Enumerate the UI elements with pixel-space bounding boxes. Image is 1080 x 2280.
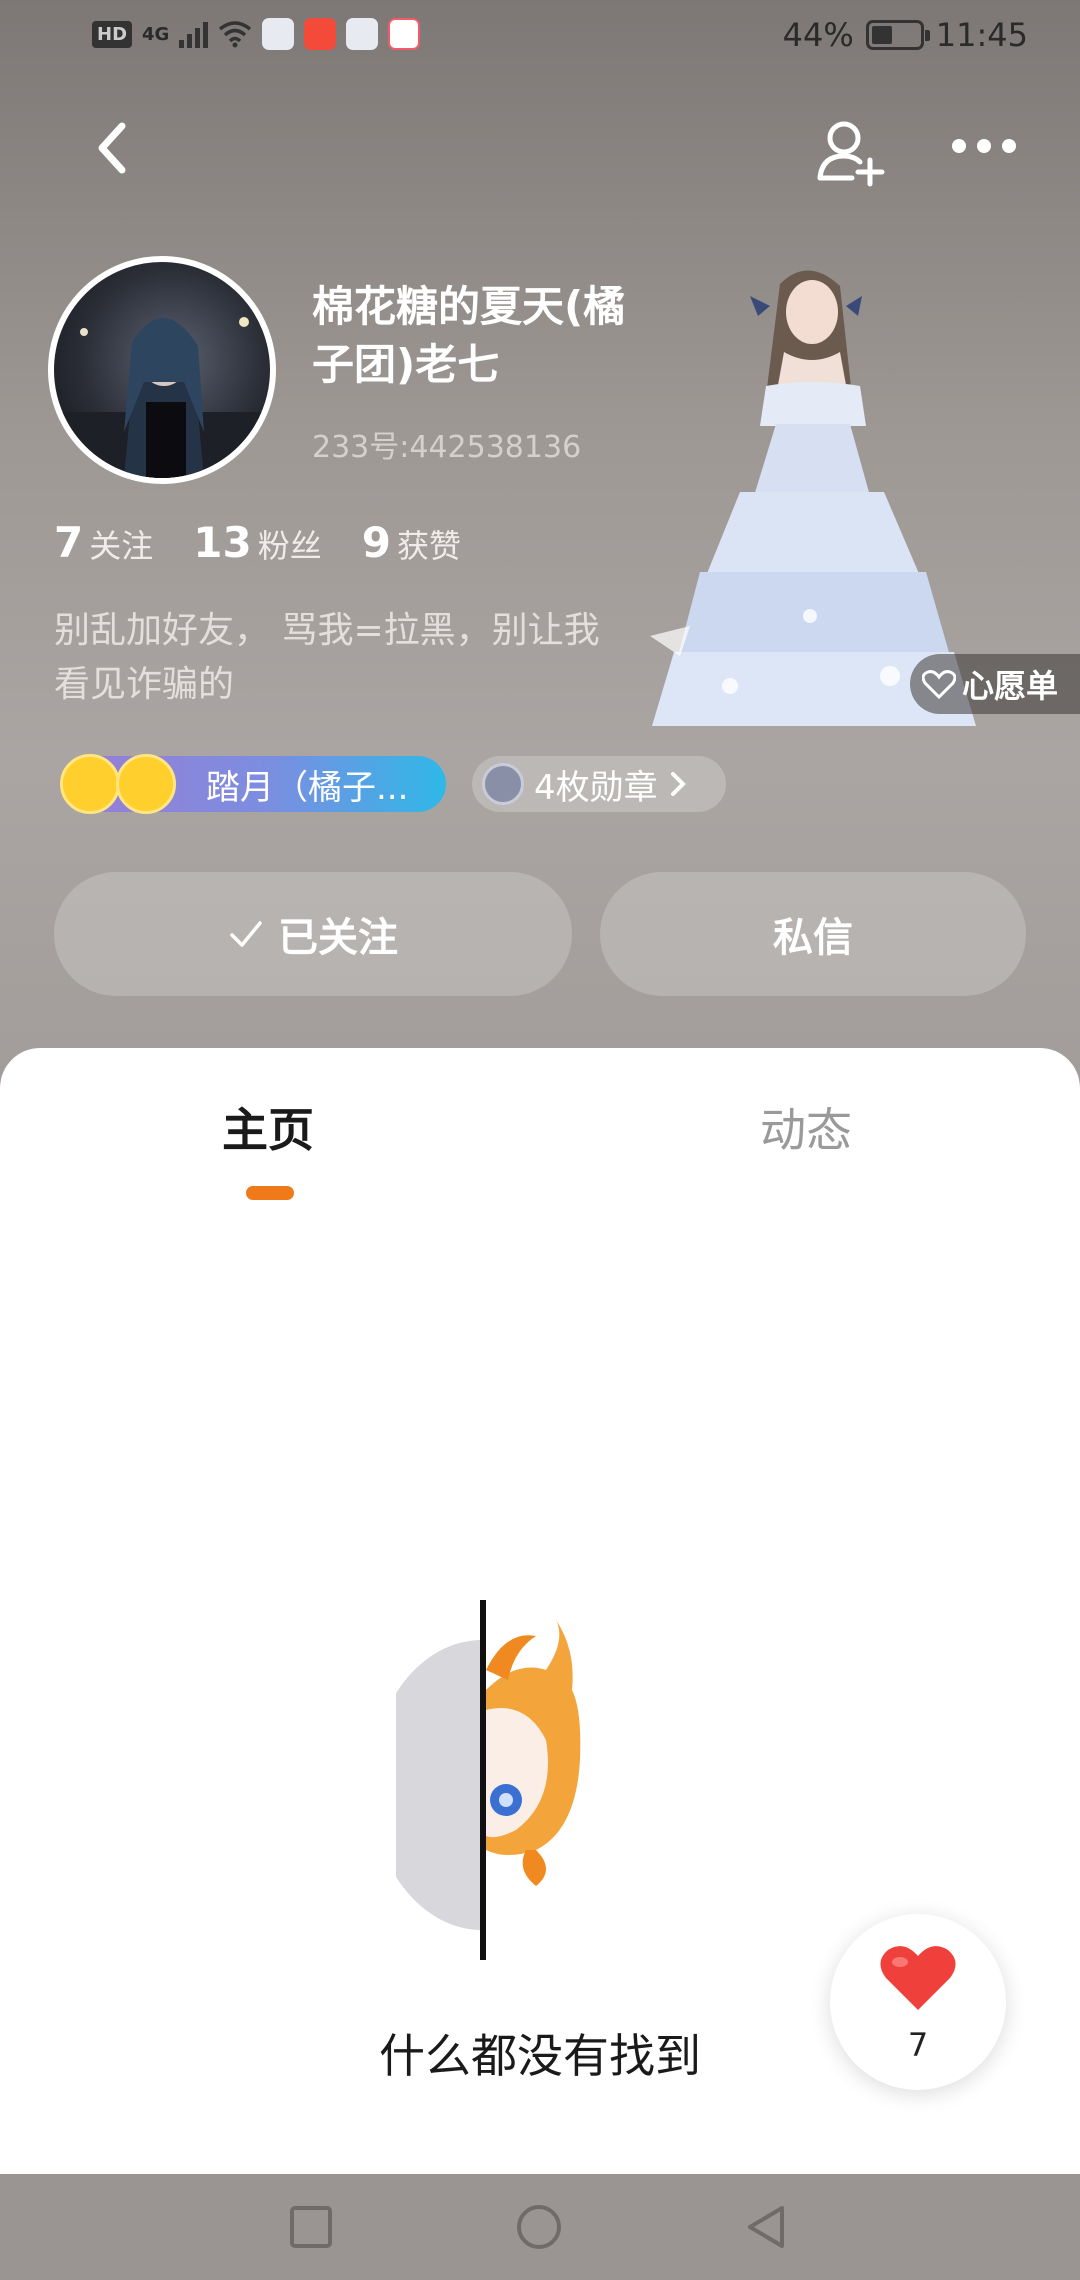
profile-stats: 7 关注 13 粉丝 9 获赞 [54, 518, 461, 567]
medals-label: 4枚勋章 [534, 767, 658, 808]
profile-name: 棉花糖的夏天(橘子团)老七 [312, 282, 626, 389]
signal-icon [179, 20, 209, 48]
heart-icon [880, 1946, 956, 2010]
recent-apps-icon[interactable] [286, 2202, 336, 2252]
hd-icon: HD [92, 20, 133, 48]
user-id: 233号:442538136 [312, 430, 582, 465]
back-icon[interactable] [84, 118, 144, 178]
tab-home[interactable]: 主页 [222, 1094, 314, 1160]
tab-feed[interactable]: 动态 [760, 1094, 852, 1160]
notification-app-icon [304, 18, 337, 50]
message-button[interactable]: 私信 [600, 872, 1026, 996]
sunglasses-emoji-icon [60, 754, 120, 814]
checkmark-icon [230, 921, 262, 947]
medals-button[interactable]: 4枚勋章 [472, 756, 726, 812]
like-button[interactable]: 7 [830, 1914, 1006, 2090]
battery-percent: 44% [782, 16, 854, 54]
network-type: 4G [142, 23, 170, 45]
battery-icon [865, 20, 930, 50]
following-count[interactable]: 7 关注 [54, 518, 153, 567]
chevron-right-icon [670, 772, 686, 796]
more-options-icon[interactable] [952, 128, 1020, 164]
active-tab-indicator [246, 1186, 294, 1200]
wifi-icon [219, 21, 252, 48]
wishlist-button[interactable]: 心愿单 [910, 654, 1080, 714]
followers-count[interactable]: 13 粉丝 [193, 518, 321, 567]
follow-label: 已关注 [278, 915, 398, 961]
wishlist-label: 心愿单 [962, 667, 1059, 705]
medal-icon [482, 763, 524, 805]
star-eyes-emoji-icon [116, 754, 176, 814]
profile-bio: 别乱加好友， 骂我=拉黑，别让我看见诈骗的 [54, 610, 600, 705]
system-back-icon[interactable] [742, 2202, 792, 2252]
notification-app-icon [346, 18, 379, 50]
followed-button[interactable]: 已关注 [54, 872, 572, 996]
avatar-photo [54, 317, 270, 478]
like-count: 7 [907, 2026, 929, 2064]
add-friend-icon[interactable] [812, 114, 888, 190]
notification-app-icon [262, 18, 295, 50]
avatar[interactable] [48, 256, 276, 484]
music-app-icon [388, 18, 421, 50]
likes-count[interactable]: 9 获赞 [362, 518, 461, 567]
system-navigation-bar [0, 2174, 1080, 2280]
group-badge[interactable]: 踏月（橘子... [60, 754, 446, 814]
home-icon[interactable] [514, 2202, 564, 2252]
heart-outline-icon [922, 670, 956, 699]
message-label: 私信 [773, 915, 853, 961]
status-bar: HD 4G 44% 11:45 [0, 0, 1080, 72]
group-badge-label: 踏月（橘子... [206, 767, 409, 808]
empty-state-illustration [396, 1600, 581, 1960]
clock: 11:45 [935, 16, 1028, 54]
